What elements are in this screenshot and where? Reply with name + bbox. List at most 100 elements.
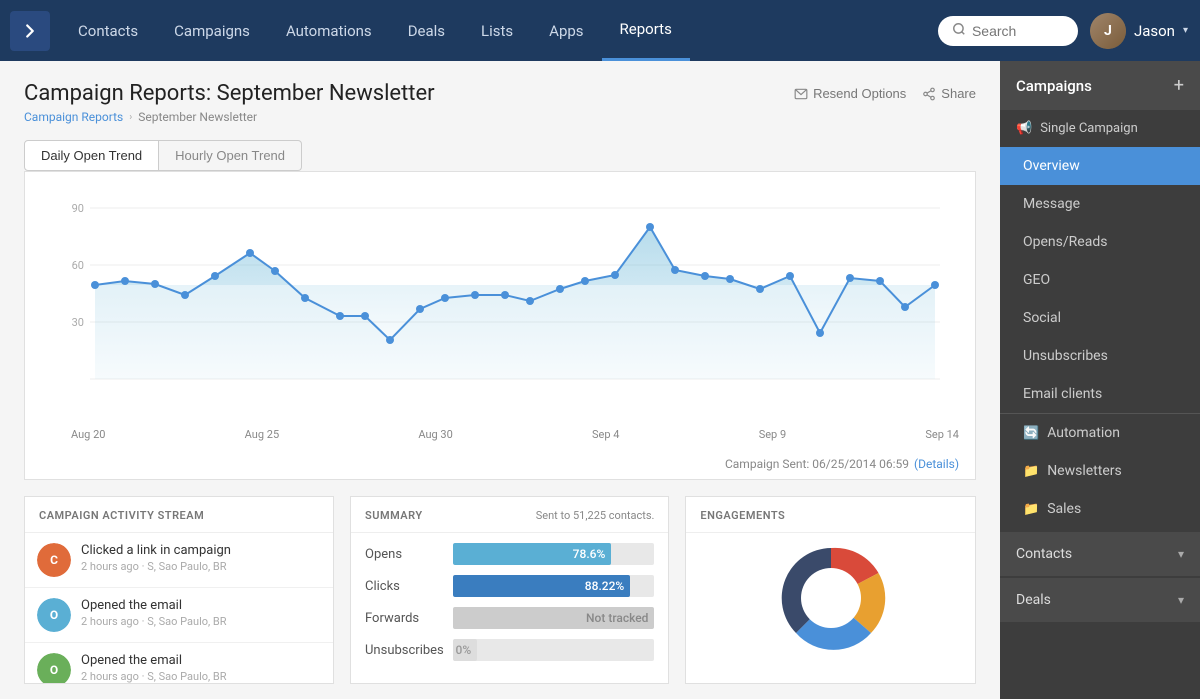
activity-text: Clicked a link in campaign 2 hours ago ·… bbox=[81, 543, 321, 577]
share-button[interactable]: Share bbox=[922, 86, 976, 101]
summary-label-opens: Opens bbox=[365, 547, 445, 562]
activity-text: Opened the email 2 hours ago · S, Sao Pa… bbox=[81, 598, 321, 632]
sidebar-label-newsletters: Newsletters bbox=[1047, 463, 1122, 479]
sidebar-item-newsletters[interactable]: 📁 Newsletters bbox=[1000, 452, 1200, 490]
avatar: O bbox=[37, 598, 71, 632]
summary-bar-label-forwards: Not tracked bbox=[586, 611, 648, 625]
activity-item: O Opened the email 2 hours ago · S, Sao … bbox=[25, 588, 333, 643]
sent-details-link[interactable]: (Details) bbox=[914, 457, 959, 471]
svg-text:90: 90 bbox=[72, 202, 84, 215]
tab-group: Daily Open Trend Hourly Open Trend bbox=[24, 140, 976, 171]
nav-automations[interactable]: Automations bbox=[268, 0, 390, 61]
activity-item: O Opened the email 2 hours ago · S, Sao … bbox=[25, 643, 333, 683]
avatar-img: O bbox=[37, 653, 71, 683]
nav-apps[interactable]: Apps bbox=[531, 0, 601, 61]
sidebar-item-unsubscribes[interactable]: Unsubscribes bbox=[1000, 337, 1200, 375]
sidebar-item-sales[interactable]: 📁 Sales bbox=[1000, 490, 1200, 528]
sidebar-label-email-clients: Email clients bbox=[1023, 386, 1102, 402]
activity-action: Opened the email bbox=[81, 598, 321, 613]
bottom-panels: CAMPAIGN ACTIVITY STREAM C Clicked a lin… bbox=[24, 496, 976, 684]
search-input[interactable] bbox=[972, 23, 1072, 39]
breadcrumb-separator: › bbox=[129, 112, 132, 123]
summary-bar-wrap-unsubscribes: 0% bbox=[453, 639, 654, 661]
folder-icon: 📁 bbox=[1023, 464, 1039, 479]
avatar: C bbox=[37, 543, 71, 577]
sidebar-label-single-campaign: Single Campaign bbox=[1040, 121, 1138, 136]
activity-title: CAMPAIGN ACTIVITY STREAM bbox=[39, 509, 204, 522]
sidebar-item-opens-reads[interactable]: Opens/Reads bbox=[1000, 223, 1200, 261]
app-logo[interactable] bbox=[10, 11, 50, 51]
tab-hourly-open-trend[interactable]: Hourly Open Trend bbox=[159, 140, 302, 171]
page-header: Campaign Reports: September Newsletter R… bbox=[24, 81, 976, 124]
nav-deals[interactable]: Deals bbox=[390, 0, 463, 61]
svg-text:30: 30 bbox=[72, 316, 84, 329]
sidebar-item-geo[interactable]: GEO bbox=[1000, 261, 1200, 299]
folder-sales-icon: 📁 bbox=[1023, 502, 1039, 517]
sidebar-item-automation[interactable]: 🔄 Automation bbox=[1000, 414, 1200, 452]
sidebar-contacts-section[interactable]: Contacts ▾ bbox=[1000, 532, 1200, 576]
nav-items: Contacts Campaigns Automations Deals Lis… bbox=[60, 0, 938, 61]
summary-label-unsubscribes: Unsubscribes bbox=[365, 643, 445, 658]
open-trend-chart: 90 60 30 bbox=[41, 188, 959, 418]
breadcrumb: Campaign Reports › September Newsletter bbox=[24, 110, 976, 124]
user-menu[interactable]: J Jason ▾ bbox=[1090, 13, 1188, 49]
breadcrumb-parent[interactable]: Campaign Reports bbox=[24, 110, 123, 124]
add-campaign-icon[interactable]: + bbox=[1174, 75, 1184, 96]
nav-contacts[interactable]: Contacts bbox=[60, 0, 156, 61]
nav-campaigns[interactable]: Campaigns bbox=[156, 0, 268, 61]
sidebar-label-automation: Automation bbox=[1047, 425, 1120, 441]
activity-meta: 2 hours ago · S, Sao Paulo, BR bbox=[81, 560, 321, 573]
sidebar-deals-section[interactable]: Deals ▾ bbox=[1000, 578, 1200, 622]
sidebar-item-social[interactable]: Social bbox=[1000, 299, 1200, 337]
nav-right-area: J Jason ▾ bbox=[938, 13, 1188, 49]
avatar-img: C bbox=[37, 543, 71, 577]
sidebar-contacts-title: Contacts bbox=[1016, 546, 1072, 562]
activity-panel: CAMPAIGN ACTIVITY STREAM C Clicked a lin… bbox=[24, 496, 334, 684]
summary-label-clicks: Clicks bbox=[365, 579, 445, 594]
user-menu-chevron: ▾ bbox=[1183, 25, 1188, 36]
x-label-aug25: Aug 25 bbox=[245, 428, 279, 441]
chart-area: 90 60 30 bbox=[41, 188, 959, 422]
summary-row-opens: Opens 78.6% bbox=[365, 543, 654, 565]
summary-title: SUMMARY bbox=[365, 509, 423, 522]
sidebar-item-email-clients[interactable]: Email clients bbox=[1000, 375, 1200, 413]
summary-bar-label-opens: 78.6% bbox=[573, 547, 606, 561]
engagements-panel-header: ENGAGEMENTS bbox=[686, 497, 975, 533]
page-layout: Campaign Reports: September Newsletter R… bbox=[0, 61, 1200, 699]
search-bar[interactable] bbox=[938, 16, 1078, 46]
activity-list: C Clicked a link in campaign 2 hours ago… bbox=[25, 533, 333, 683]
summary-bar-unsubscribes: 0% bbox=[453, 639, 477, 661]
sidebar-label-message: Message bbox=[1023, 196, 1080, 212]
resend-options-button[interactable]: Resend Options bbox=[794, 86, 906, 101]
resend-icon bbox=[794, 87, 808, 101]
nav-lists[interactable]: Lists bbox=[463, 0, 531, 61]
summary-panel: SUMMARY Sent to 51,225 contacts. Opens 7… bbox=[350, 496, 669, 684]
summary-row-clicks: Clicks 88.22% bbox=[365, 575, 654, 597]
deals-chevron-icon: ▾ bbox=[1178, 593, 1184, 607]
donut-chart bbox=[776, 543, 886, 653]
automation-icon: 🔄 bbox=[1023, 426, 1039, 441]
activity-text: Opened the email 2 hours ago · S, Sao Pa… bbox=[81, 653, 321, 683]
x-label-sep9: Sep 9 bbox=[759, 428, 786, 441]
sidebar-item-message[interactable]: Message bbox=[1000, 185, 1200, 223]
summary-bar-forwards: Not tracked bbox=[453, 607, 654, 629]
avatar-img: O bbox=[37, 598, 71, 632]
header-actions: Resend Options Share bbox=[794, 86, 976, 101]
summary-sent-to: Sent to 51,225 contacts. bbox=[536, 509, 655, 522]
sidebar: Campaigns + 📢 Single Campaign Overview M… bbox=[1000, 61, 1200, 699]
main-content: Campaign Reports: September Newsletter R… bbox=[0, 61, 1000, 699]
activity-action: Clicked a link in campaign bbox=[81, 543, 321, 558]
activity-meta: 2 hours ago · S, Sao Paulo, BR bbox=[81, 615, 321, 628]
sidebar-item-overview[interactable]: Overview bbox=[1000, 147, 1200, 185]
activity-item: C Clicked a link in campaign 2 hours ago… bbox=[25, 533, 333, 588]
chart-x-labels: Aug 20 Aug 25 Aug 30 Sep 4 Sep 9 Sep 14 bbox=[41, 422, 959, 449]
x-label-aug20: Aug 20 bbox=[71, 428, 105, 441]
avatar-initials: J bbox=[1090, 13, 1126, 49]
top-navigation: Contacts Campaigns Automations Deals Lis… bbox=[0, 0, 1200, 61]
sidebar-campaigns-header[interactable]: Campaigns + bbox=[1000, 61, 1200, 110]
summary-label-forwards: Forwards bbox=[365, 611, 445, 626]
sidebar-item-single-campaign[interactable]: 📢 Single Campaign bbox=[1000, 110, 1200, 147]
breadcrumb-current: September Newsletter bbox=[138, 110, 257, 124]
nav-reports[interactable]: Reports bbox=[602, 0, 690, 61]
tab-daily-open-trend[interactable]: Daily Open Trend bbox=[24, 140, 159, 171]
